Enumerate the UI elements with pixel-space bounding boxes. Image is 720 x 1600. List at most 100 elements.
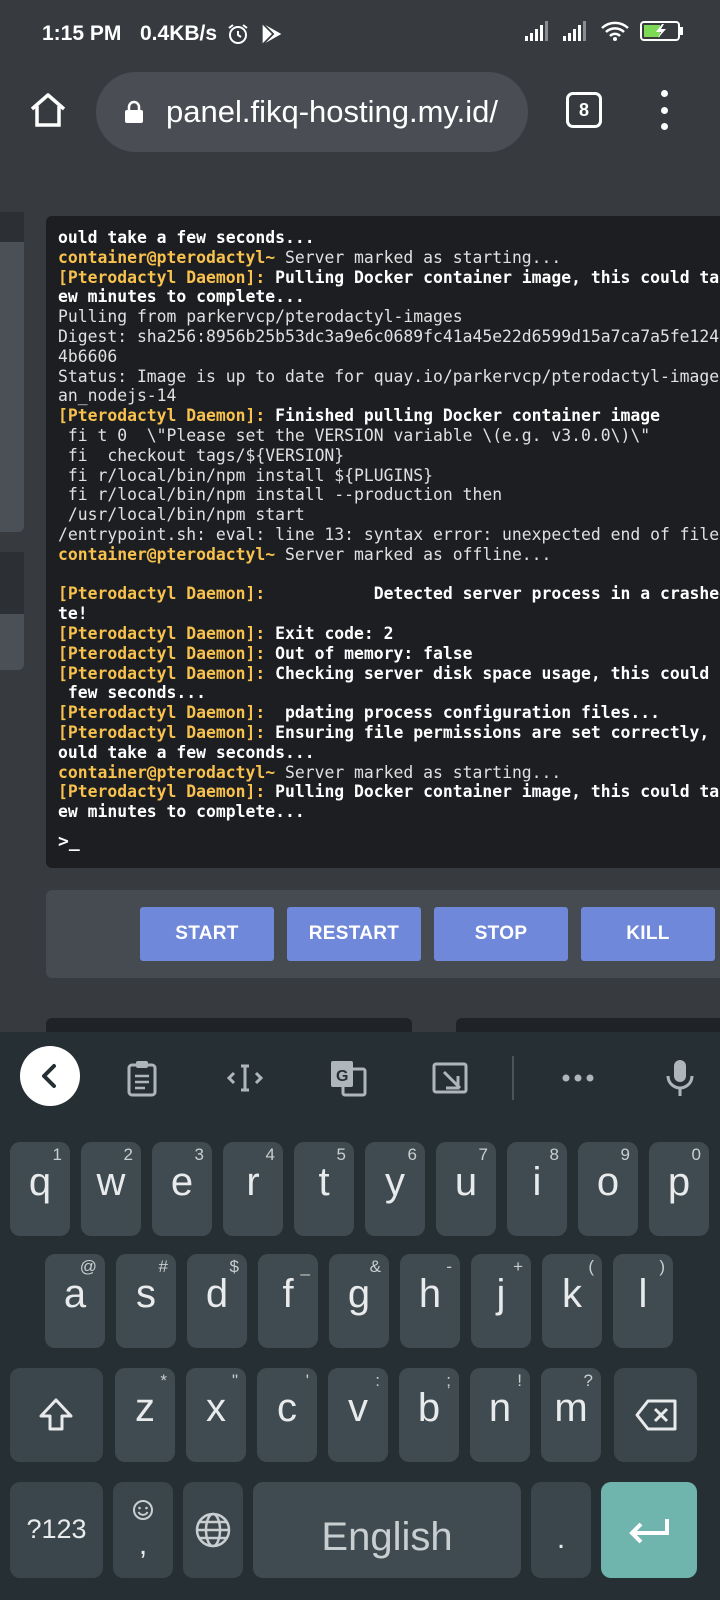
- console-output: ould take a few seconds... container@pter…: [58, 228, 720, 822]
- stop-button[interactable]: STOP: [434, 907, 568, 961]
- console-line: [Pterodactyl Daemon]: pdating process co…: [58, 703, 720, 723]
- console-line: fi r/local/bin/npm install --production …: [58, 485, 720, 505]
- key-label: l: [638, 1272, 648, 1316]
- console-text: Server marked as offline...: [275, 544, 552, 564]
- key-u[interactable]: 7u: [436, 1142, 496, 1236]
- more-options-icon[interactable]: [558, 1058, 598, 1098]
- key-y[interactable]: 6y: [365, 1142, 425, 1236]
- period-key[interactable]: .: [531, 1482, 591, 1578]
- key-label: w: [96, 1160, 126, 1204]
- console-text: Server marked as starting...: [275, 247, 562, 267]
- key-b[interactable]: ; b: [399, 1368, 459, 1462]
- key-d[interactable]: $ d: [187, 1254, 247, 1348]
- toolbar-divider: [512, 1056, 514, 1100]
- console-line: Pulling from parkervcp/pterodactyl-image…: [58, 307, 720, 327]
- console-text: /entrypoint.sh: eval: line 13: syntax er…: [58, 524, 720, 544]
- translate-icon[interactable]: G: [328, 1058, 368, 1098]
- console-text: Detected server process in a crashed sta: [265, 584, 720, 604]
- server-console[interactable]: ould take a few seconds... container@pter…: [46, 216, 720, 868]
- start-button[interactable]: START: [140, 907, 274, 961]
- key-label: k: [562, 1272, 582, 1316]
- browser-toolbar: panel.fikq-hosting.my.id/ 8: [0, 66, 720, 158]
- signal-icon: [525, 21, 548, 41]
- console-text: an_nodejs-14: [58, 386, 177, 406]
- key-j[interactable]: + j: [471, 1254, 531, 1348]
- console-prefix: [Pterodactyl Daemon]:: [58, 406, 266, 426]
- key-t[interactable]: 5t: [294, 1142, 354, 1236]
- key-g[interactable]: & g: [329, 1254, 389, 1348]
- console-text: ew minutes to complete...: [58, 802, 305, 822]
- key-v[interactable]: :v: [328, 1368, 388, 1462]
- clipboard-icon[interactable]: [122, 1058, 162, 1098]
- key-k[interactable]: (k: [542, 1254, 602, 1348]
- key-h[interactable]: -h: [400, 1254, 460, 1348]
- key-label: o: [596, 1160, 620, 1204]
- collapse-toolbar-button[interactable]: [20, 1046, 80, 1106]
- comma-key[interactable]: ,: [113, 1482, 173, 1578]
- key-c[interactable]: ' c: [257, 1368, 317, 1462]
- console-line: container@pterodactyl~ Server marked as …: [58, 545, 720, 565]
- wifi-icon: [601, 21, 629, 41]
- floating-keyboard-icon[interactable]: [430, 1058, 470, 1098]
- key-label: u: [454, 1160, 478, 1204]
- console-line: few seconds...: [58, 683, 720, 703]
- key-l[interactable]: ) l: [613, 1254, 673, 1348]
- symbols-key[interactable]: ?123: [10, 1482, 103, 1578]
- console-line: ould take a few seconds...: [58, 228, 720, 248]
- console-line: [Pterodactyl Daemon]: Checking server di…: [58, 664, 720, 684]
- key-q[interactable]: 1q: [10, 1142, 70, 1236]
- tab-switcher-button[interactable]: 8: [566, 92, 602, 128]
- key-label: x: [206, 1386, 226, 1430]
- key-s[interactable]: # s: [116, 1254, 176, 1348]
- soft-keyboard: G 1 q 2 w 3 e 4 r 5 t 6 y 7 u 8 i 9 o 0 p @ a # s $ d _ f & g - h + j(k) l…: [0, 1032, 720, 1600]
- console-prefix: [Pterodactyl Daemon]:: [58, 623, 266, 643]
- microphone-icon[interactable]: [660, 1058, 700, 1098]
- restart-button[interactable]: RESTART: [287, 907, 421, 961]
- key-m[interactable]: ? m: [541, 1368, 601, 1462]
- console-text: Digest: sha256:8956b25b53dc3a9e6c0689fc4…: [58, 326, 720, 346]
- network-speed: 0.4KB/s: [140, 22, 218, 45]
- url-text[interactable]: panel.fikq-hosting.my.id/: [166, 94, 498, 130]
- kill-button[interactable]: KILL: [581, 907, 715, 961]
- more-menu-icon[interactable]: [654, 90, 674, 130]
- key-label: i: [532, 1160, 542, 1204]
- console-text: Pulling Docker container image, this cou…: [275, 782, 720, 802]
- key-e[interactable]: 3e: [152, 1142, 212, 1236]
- key-z[interactable]: * z: [115, 1368, 175, 1462]
- key-a[interactable]: @ a: [45, 1254, 105, 1348]
- text-cursor-icon[interactable]: [225, 1058, 265, 1098]
- enter-key[interactable]: [601, 1482, 697, 1578]
- console-text: /usr/local/bin/npm start: [58, 505, 305, 525]
- address-bar[interactable]: panel.fikq-hosting.my.id/: [96, 72, 528, 152]
- console-line: [Pterodactyl Daemon]: Pulling Docker con…: [58, 782, 720, 802]
- key-r[interactable]: 4r: [223, 1142, 283, 1236]
- stats-card: [46, 1018, 412, 1032]
- key-f[interactable]: _ f: [258, 1254, 318, 1348]
- key-o[interactable]: 9o: [578, 1142, 638, 1236]
- space-key[interactable]: English: [253, 1482, 521, 1578]
- language-key[interactable]: [183, 1482, 243, 1578]
- shift-key[interactable]: [10, 1368, 103, 1462]
- console-line: [Pterodactyl Daemon]: Exit code: 2: [58, 624, 720, 644]
- console-prompt[interactable]: >_: [58, 831, 80, 852]
- console-line: [Pterodactyl Daemon]: Out of memory: fal…: [58, 644, 720, 664]
- console-prefix: [Pterodactyl Daemon]:: [58, 703, 266, 723]
- key-w[interactable]: 2w: [81, 1142, 141, 1236]
- key-label: p: [667, 1160, 691, 1204]
- home-icon[interactable]: [28, 90, 68, 130]
- key-x[interactable]: " x: [186, 1368, 246, 1462]
- backspace-key[interactable]: [614, 1368, 697, 1462]
- key-n[interactable]: ! n: [470, 1368, 530, 1462]
- key-label: h: [418, 1272, 442, 1316]
- console-line: /entrypoint.sh: eval: line 13: syntax er…: [58, 525, 720, 545]
- console-text: Checking server disk space usage, this c…: [275, 663, 720, 683]
- key-i[interactable]: 8i: [507, 1142, 567, 1236]
- key-label: n: [488, 1386, 512, 1430]
- console-prefix: container@pterodactyl~: [58, 544, 276, 564]
- console-text: few seconds...: [58, 683, 207, 703]
- key-label: g: [347, 1272, 371, 1316]
- console-text: Server marked as starting...: [275, 762, 562, 782]
- console-line: [Pterodactyl Daemon]: Detected server pr…: [58, 584, 720, 604]
- key-p[interactable]: 0p: [649, 1142, 709, 1236]
- page-content: ould take a few seconds... container@pter…: [0, 158, 720, 1032]
